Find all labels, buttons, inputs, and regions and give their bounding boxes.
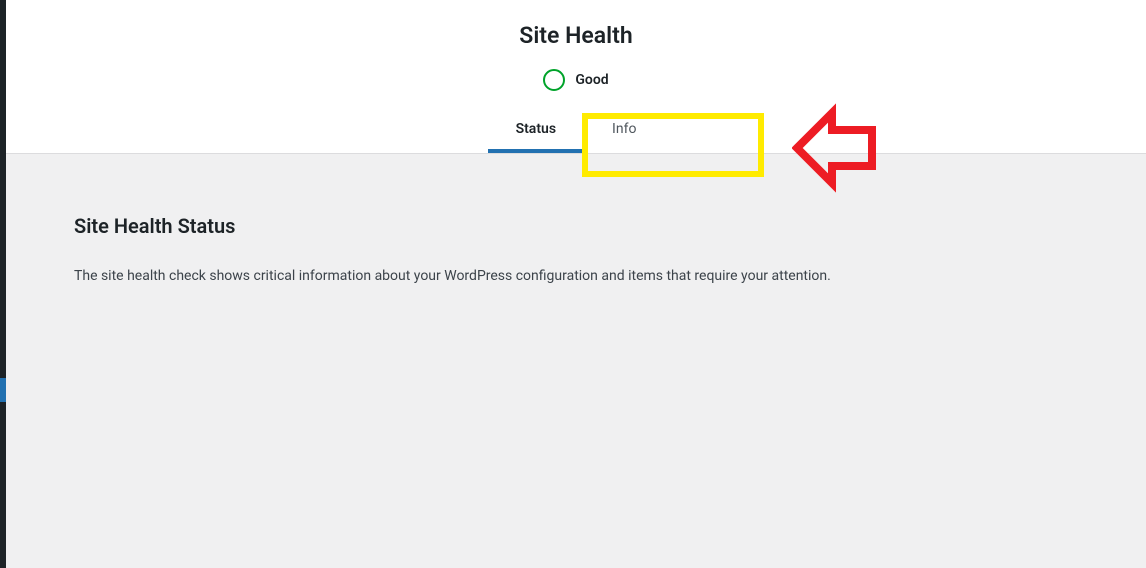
tab-nav: Status Info bbox=[6, 109, 1146, 153]
health-status-indicator: Good bbox=[6, 69, 1146, 91]
status-label: Good bbox=[575, 72, 608, 88]
site-health-header: Site Health Good Status Info bbox=[6, 0, 1146, 154]
section-description: The site health check shows critical inf… bbox=[74, 266, 1078, 287]
status-circle-icon bbox=[543, 69, 565, 91]
tab-info[interactable]: Info bbox=[584, 109, 664, 153]
tab-info-label: Info bbox=[612, 121, 636, 137]
admin-sidebar-edge bbox=[0, 0, 6, 568]
admin-sidebar-active-marker bbox=[0, 378, 6, 402]
section-title: Site Health Status bbox=[74, 214, 1078, 238]
main-content: Site Health Status The site health check… bbox=[0, 154, 1146, 287]
page-title: Site Health bbox=[6, 22, 1146, 49]
tab-status-label: Status bbox=[516, 121, 556, 137]
tab-status[interactable]: Status bbox=[488, 109, 584, 153]
